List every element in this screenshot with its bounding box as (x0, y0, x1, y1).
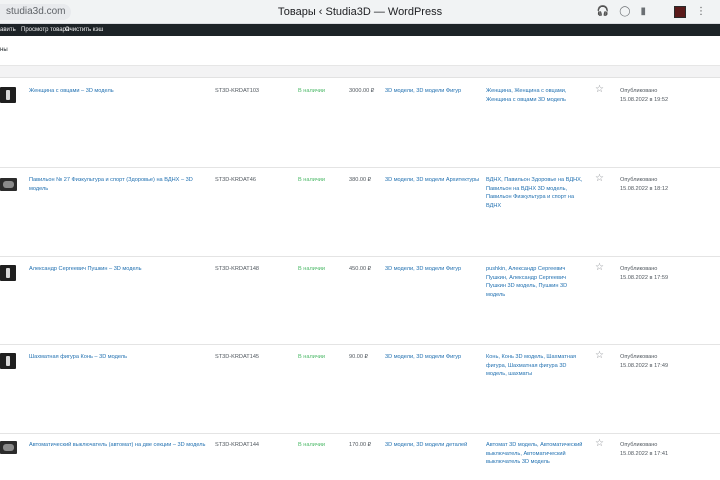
product-name-link[interactable]: Шахматная фигура Конь – 3D модель (29, 353, 207, 362)
product-price: 170.00 ₽ (349, 442, 372, 448)
publish-datetime: 15.08.2022 в 17:49 (620, 362, 669, 369)
list-toolbar: ны (0, 36, 720, 66)
product-name-link[interactable]: Женщина с овцами – 3D модель (29, 87, 207, 96)
publish-status: Опубликовано (620, 266, 658, 272)
headphones-icon[interactable]: 🎧 (597, 5, 609, 19)
publish-datetime: 15.08.2022 в 19:52 (620, 96, 669, 103)
publish-datetime: 15.08.2022 в 17:59 (620, 274, 669, 281)
product-price: 380.00 ₽ (349, 177, 372, 183)
featured-star-icon[interactable]: ☆ (595, 263, 605, 273)
admin-bar-view-product[interactable]: Просмотр товара (21, 24, 69, 36)
product-sku: ST3D-KRDAT46 (215, 177, 256, 183)
product-tags[interactable]: Автомат 3D модель, Автоматический выключ… (486, 441, 586, 467)
product-categories[interactable]: 3D модели, 3D модели Фигур (385, 87, 480, 96)
chat-icon[interactable]: ◯ (619, 5, 630, 19)
product-sku: ST3D-KRDAT145 (215, 354, 260, 360)
publish-datetime: 15.08.2022 в 18:12 (620, 185, 669, 192)
table-row: Александр Сергеевич Пушкин – 3D модель S… (0, 257, 720, 345)
product-categories[interactable]: 3D модели, 3D модели Фигур (385, 265, 480, 274)
table-row: Автоматический выключатель (автомат) на … (0, 434, 720, 480)
featured-star-icon[interactable]: ☆ (595, 85, 605, 95)
publish-status: Опубликовано (620, 88, 658, 94)
bookmark-icon[interactable]: ▮ (640, 5, 646, 19)
browser-chrome: studia3d.com Товары ‹ Studia3D — WordPre… (0, 0, 720, 24)
publish-date: Опубликовано 15.08.2022 в 19:52 (620, 87, 710, 104)
publish-date: Опубликовано 15.08.2022 в 18:12 (620, 176, 710, 193)
product-name-link[interactable]: Павильон № 27 Физкультура и спорт (Здоро… (29, 176, 207, 193)
publish-datetime: 15.08.2022 в 17:41 (620, 450, 669, 457)
product-thumbnail[interactable] (0, 441, 17, 454)
product-categories[interactable]: 3D модели, 3D модели Архитектуры (385, 176, 480, 185)
publish-status: Опубликовано (620, 442, 658, 448)
stock-status: В наличии (298, 354, 326, 360)
product-price: 90.00 ₽ (349, 354, 369, 360)
product-categories[interactable]: 3D модели, 3D модели Фигур (385, 353, 480, 362)
featured-star-icon[interactable]: ☆ (595, 174, 605, 184)
table-row: Женщина с овцами – 3D модель ST3D-KRDAT1… (0, 79, 720, 168)
product-thumbnail[interactable] (0, 265, 16, 281)
admin-bar: авить Просмотр товара Очистить кэш (0, 24, 720, 36)
product-thumbnail[interactable] (0, 178, 17, 191)
table-row: Шахматная фигура Конь – 3D модель ST3D-K… (0, 345, 720, 434)
product-sku: ST3D-KRDAT144 (215, 442, 260, 448)
toolbar-label[interactable]: ны (0, 47, 8, 53)
featured-star-icon[interactable]: ☆ (595, 351, 605, 361)
publish-date: Опубликовано 15.08.2022 в 17:41 (620, 441, 710, 458)
table-row: Павильон № 27 Физкультура и спорт (Здоро… (0, 168, 720, 257)
browser-toolbar-icons: 🎧 ◯ ▮ ⋮ (597, 5, 706, 19)
table-header-strip (0, 66, 720, 78)
publish-status: Опубликовано (620, 354, 658, 360)
stock-status: В наличии (298, 88, 326, 94)
product-tags[interactable]: Женщина, Женщина с овцами, Женщина с овц… (486, 87, 586, 104)
product-thumbnail[interactable] (0, 87, 16, 103)
product-sku: ST3D-KRDAT103 (215, 88, 260, 94)
admin-bar-edit-link[interactable]: авить (0, 24, 16, 36)
product-name-link[interactable]: Александр Сергеевич Пушкин – 3D модель (29, 265, 207, 274)
publish-date: Опубликовано 15.08.2022 в 17:49 (620, 353, 710, 370)
stock-status: В наличии (298, 266, 326, 272)
product-categories[interactable]: 3D модели, 3D модели деталей (385, 441, 480, 450)
stock-status: В наличии (298, 177, 326, 183)
product-price: 450.00 ₽ (349, 266, 372, 272)
product-price: 3000.00 ₽ (349, 88, 375, 94)
extension-icon[interactable] (674, 6, 686, 18)
menu-icon[interactable]: ⋮ (696, 5, 706, 19)
product-tags[interactable]: pushkin, Александр Сергеевич Пушкин, Але… (486, 265, 586, 299)
admin-bar-clear-cache[interactable]: Очистить кэш (65, 24, 103, 36)
product-name-link[interactable]: Автоматический выключатель (автомат) на … (29, 441, 207, 450)
product-thumbnail[interactable] (0, 353, 16, 369)
featured-star-icon[interactable]: ☆ (595, 439, 605, 449)
product-tags[interactable]: Конь, Конь 3D модель, Шахматная фигура, … (486, 353, 586, 379)
publish-status: Опубликовано (620, 177, 658, 183)
product-sku: ST3D-KRDAT148 (215, 266, 260, 272)
product-tags[interactable]: ВДНХ, Павильон Здоровье на ВДНХ, Павильо… (486, 176, 586, 210)
stock-status: В наличии (298, 442, 326, 448)
publish-date: Опубликовано 15.08.2022 в 17:59 (620, 265, 710, 282)
